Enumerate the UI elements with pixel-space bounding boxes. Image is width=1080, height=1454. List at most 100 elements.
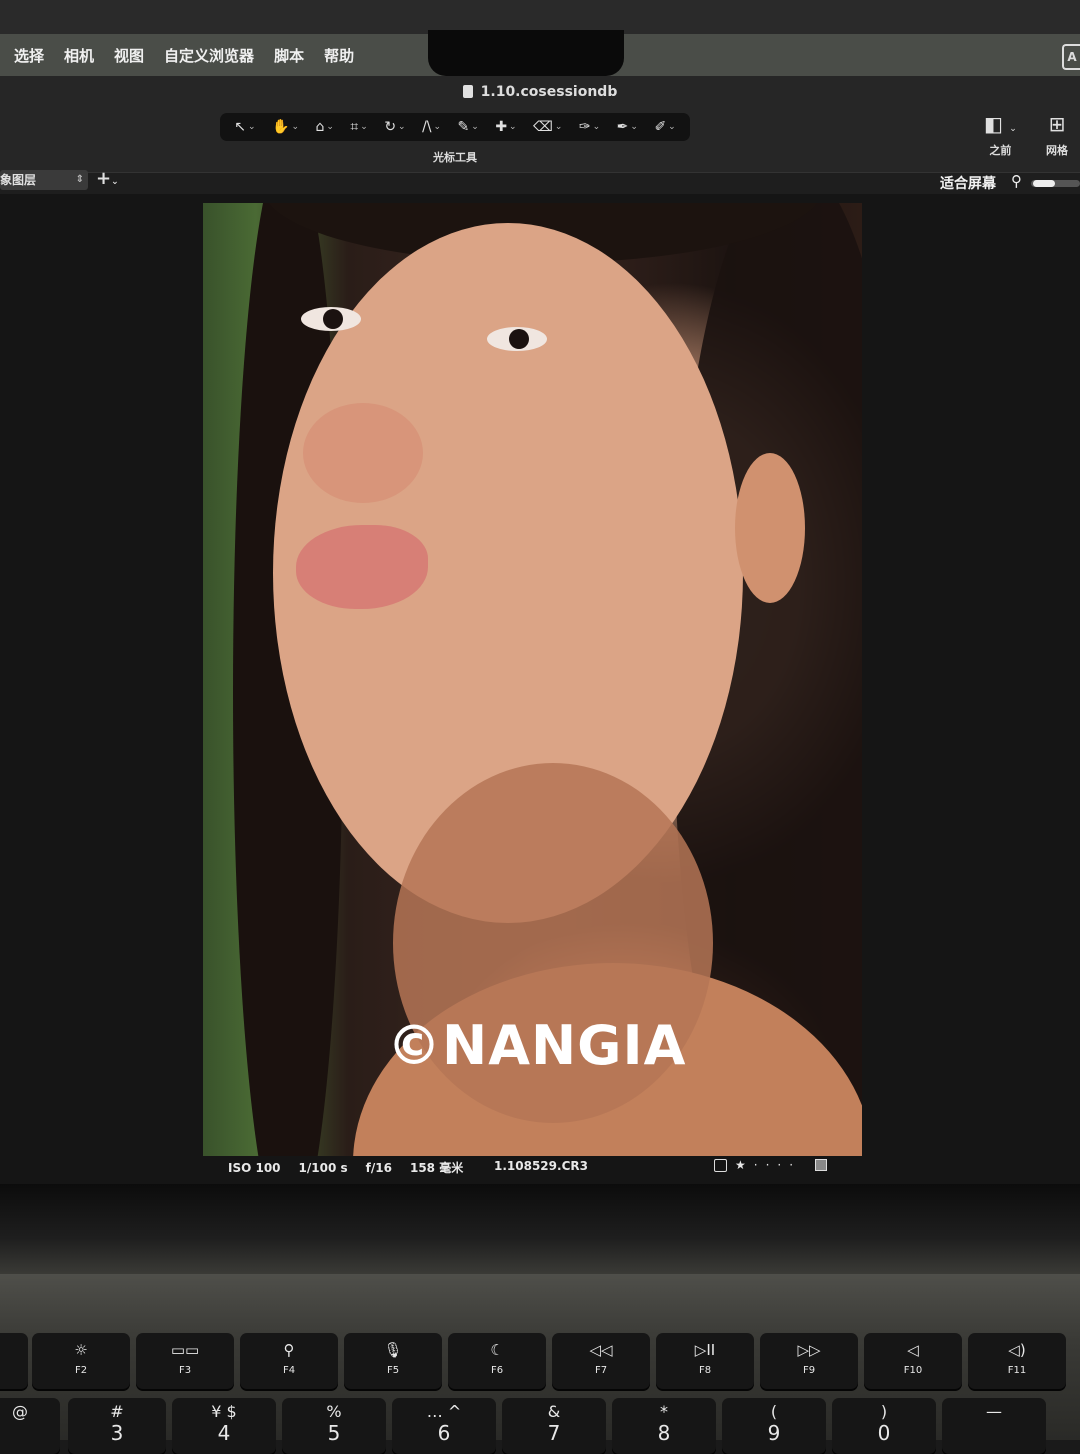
key-f7[interactable]: ◁◁ F7 xyxy=(552,1333,650,1389)
photo-nose xyxy=(303,403,423,503)
key-f10[interactable]: ◁ F10 xyxy=(864,1333,962,1389)
key-3[interactable]: # 3 xyxy=(68,1398,166,1454)
key-digit: 8 xyxy=(657,1421,671,1445)
key-digit: 4 xyxy=(217,1421,231,1445)
shutter-value: 1/100 s xyxy=(298,1161,348,1175)
heal-icon: ✚ xyxy=(495,119,508,135)
chevron-down-icon: ⌄ xyxy=(592,122,601,132)
search-icon: ⚲ xyxy=(283,1341,295,1359)
before-label: 之前 xyxy=(989,144,1012,157)
key-f5[interactable]: 🎙 F5 xyxy=(344,1333,442,1389)
rating-bar: ★ · · · · xyxy=(714,1158,828,1172)
wb-icon: ✒ xyxy=(616,119,629,135)
key-f1[interactable] xyxy=(0,1333,28,1389)
star-icon[interactable]: ★ xyxy=(735,1158,746,1172)
heal-tool[interactable]: ✚ ⌄ xyxy=(495,119,516,135)
key-symbol: & xyxy=(547,1402,561,1421)
layer-select[interactable]: 象图层 ⇕ xyxy=(0,170,88,190)
key-label: F10 xyxy=(903,1365,923,1376)
key-symbol: ¥ $ xyxy=(211,1402,237,1421)
key-f3[interactable]: ▭▭ F3 xyxy=(136,1333,234,1389)
color-tag-icon[interactable] xyxy=(815,1159,828,1171)
rating-dot[interactable]: · xyxy=(777,1158,781,1172)
brush-icon: ✎ xyxy=(457,119,470,135)
select-checkbox[interactable] xyxy=(714,1158,727,1172)
window-title: 1.10.cosessiondb xyxy=(0,84,1080,100)
wb-tool[interactable]: ✒ ⌄ xyxy=(617,119,638,135)
menu-custom-browser[interactable]: 自定义浏览器 xyxy=(164,45,254,66)
zoom-slider[interactable] xyxy=(1031,180,1080,187)
mute-icon: ◁ xyxy=(907,1341,919,1359)
hand-tool[interactable]: ✋ ⌄ xyxy=(272,119,299,135)
key-9[interactable]: ( 9 xyxy=(722,1398,826,1454)
key-label: F2 xyxy=(74,1365,88,1376)
menu-scripts[interactable]: 脚本 xyxy=(274,45,304,66)
keystone-tool[interactable]: /\ ⌄ xyxy=(422,119,441,135)
key-label: F6 xyxy=(490,1365,504,1376)
key-f2[interactable]: ☼ F2 xyxy=(32,1333,130,1389)
key-0[interactable]: ) 0 xyxy=(832,1398,936,1454)
key-symbol: @ xyxy=(12,1402,28,1421)
moon-icon: ☾ xyxy=(490,1341,504,1359)
eraser-tool[interactable]: ⌫ ⌄ xyxy=(533,119,562,135)
key-symbol: # xyxy=(110,1402,124,1421)
key-f4[interactable]: ⚲ F4 xyxy=(240,1333,338,1389)
aperture-value: f/16 xyxy=(365,1161,392,1175)
menu-view[interactable]: 视图 xyxy=(114,45,144,66)
key-f8[interactable]: ▷II F8 xyxy=(656,1333,754,1389)
add-layer-button[interactable]: +⌄ xyxy=(96,168,119,189)
key-symbol: — xyxy=(986,1402,1002,1421)
grid-button[interactable]: ⊞ 网格 xyxy=(1046,112,1068,158)
before-after-icon: ◧ ⌄ xyxy=(984,112,1017,136)
before-button[interactable]: ◧ ⌄ 之前 xyxy=(984,112,1017,158)
rotate-icon: ↻ xyxy=(384,119,397,135)
key-label: F4 xyxy=(282,1365,296,1376)
chevron-down-icon: ⌄ xyxy=(111,177,119,187)
pencil-tool[interactable]: ✐ ⌄ xyxy=(654,119,675,135)
key-7[interactable]: & 7 xyxy=(502,1398,606,1454)
zoom-icon[interactable]: ⚲ xyxy=(1011,172,1022,190)
brush-tool[interactable]: ✎ ⌄ xyxy=(458,119,479,135)
key-f6[interactable]: ☾ F6 xyxy=(448,1333,546,1389)
fit-screen-label[interactable]: 适合屏幕 xyxy=(940,173,996,193)
picker-tool[interactable]: ✑ ⌄ xyxy=(579,119,600,135)
key-minus[interactable]: — xyxy=(942,1398,1046,1454)
rating-dot[interactable]: · xyxy=(766,1158,770,1172)
hand-icon: ✋ xyxy=(272,119,290,135)
fast-forward-icon: ▷▷ xyxy=(797,1341,821,1359)
rating-dot[interactable]: · xyxy=(789,1158,793,1172)
menu-select[interactable]: 选择 xyxy=(14,45,44,66)
key-4[interactable]: ¥ $ 4 xyxy=(172,1398,276,1454)
input-source-icon[interactable]: A xyxy=(1062,44,1080,70)
chevron-down-icon: ⌄ xyxy=(291,122,299,132)
crop-icon: ⌗ xyxy=(350,119,359,135)
pointer-tool[interactable]: ↖ ⌄ xyxy=(234,119,255,135)
layer-select-value: 象图层 xyxy=(0,173,37,187)
chevron-down-icon: ⌄ xyxy=(471,122,479,132)
key-symbol: ) xyxy=(880,1402,888,1421)
grid-icon: ⊞ xyxy=(1048,112,1066,136)
key-digit: 3 xyxy=(110,1421,124,1445)
key-label: F8 xyxy=(698,1365,712,1376)
key-6[interactable]: … ^ 6 xyxy=(392,1398,496,1454)
key-2[interactable]: @ xyxy=(0,1398,60,1454)
key-f9[interactable]: ▷▷ F9 xyxy=(760,1333,858,1389)
layer-bar xyxy=(0,172,1080,195)
grid-label: 网格 xyxy=(1046,144,1068,157)
microphone-icon: 🎙 xyxy=(383,1341,403,1359)
key-5[interactable]: % 5 xyxy=(282,1398,386,1454)
rotate-tool[interactable]: ↻ ⌄ xyxy=(384,119,405,135)
crop-tool[interactable]: ⌗ ⌄ xyxy=(350,119,367,135)
chevron-down-icon: ⌄ xyxy=(630,122,638,132)
photo-ear xyxy=(735,453,805,603)
zoom-slider-knob[interactable] xyxy=(1033,180,1055,187)
menu-camera[interactable]: 相机 xyxy=(64,45,94,66)
document-icon xyxy=(462,85,473,98)
brightness-up-icon: ☼ xyxy=(74,1341,88,1359)
screen-bezel-bottom xyxy=(0,1184,1080,1274)
menu-help[interactable]: 帮助 xyxy=(324,45,354,66)
key-8[interactable]: * 8 xyxy=(612,1398,716,1454)
key-f11[interactable]: ◁) F11 xyxy=(968,1333,1066,1389)
loupe-tool[interactable]: ⌂ ⌄ xyxy=(315,119,333,135)
rating-dot[interactable]: · xyxy=(754,1158,758,1172)
